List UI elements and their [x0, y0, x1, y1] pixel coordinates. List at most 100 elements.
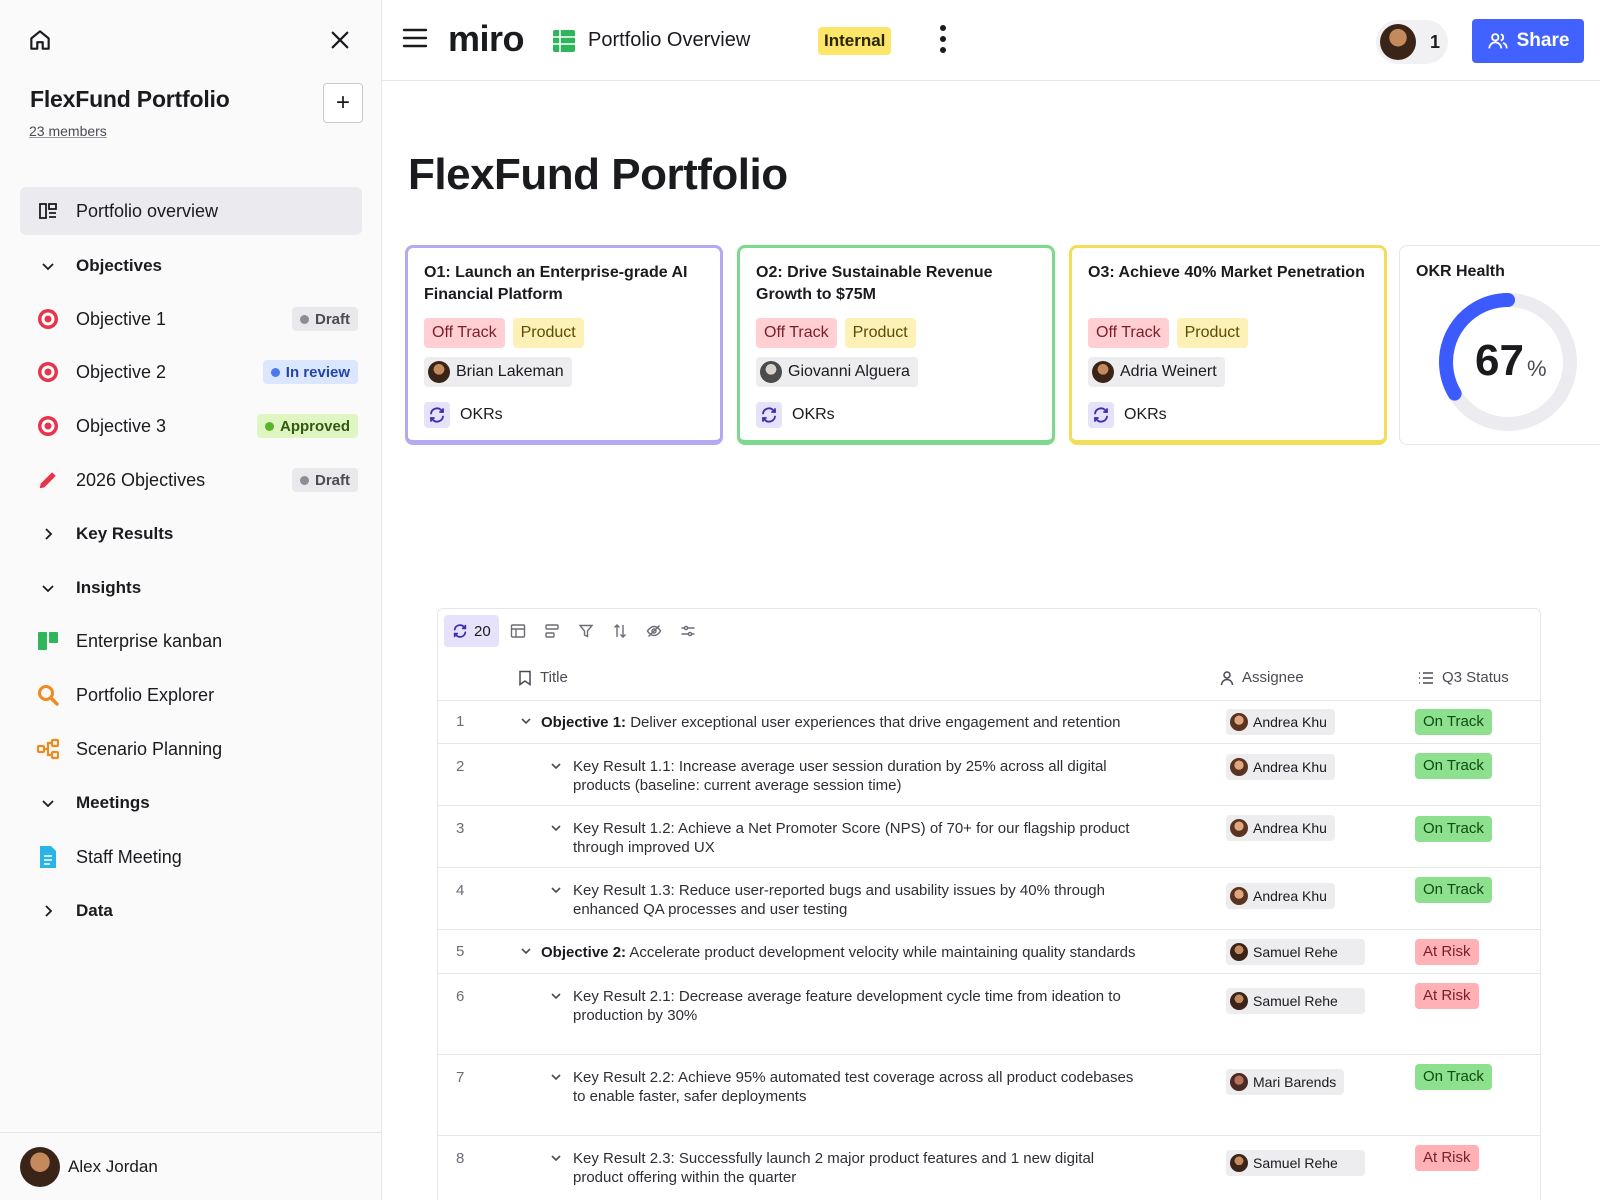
chevron-down-icon[interactable]: [550, 989, 562, 1006]
chevron-down-icon[interactable]: [550, 821, 562, 838]
miro-logo[interactable]: miro: [448, 18, 525, 60]
objective-card[interactable]: O3: Achieve 40% Market Penetration Off T…: [1069, 245, 1387, 445]
table-row[interactable]: 2 Key Result 1.1: Increase average user …: [438, 744, 1540, 806]
assignee-chip[interactable]: Andrea Khu: [1226, 883, 1335, 909]
collaborators[interactable]: 1: [1376, 20, 1448, 64]
row-number: 7: [456, 1069, 465, 1086]
okrs-link[interactable]: OKRs: [1088, 402, 1368, 428]
status-badge: Approved: [256, 414, 358, 438]
table-row[interactable]: 1 Objective 1: Deliver exceptional user …: [438, 701, 1540, 744]
assignee-chip[interactable]: Andrea Khu: [1226, 754, 1335, 780]
table-row[interactable]: 5 Objective 2: Accelerate product develo…: [438, 930, 1540, 974]
board-title[interactable]: Portfolio Overview: [588, 29, 750, 52]
assignee-chip[interactable]: Samuel Rehe: [1226, 988, 1365, 1014]
sidebar-section-key-results[interactable]: Key Results: [20, 510, 362, 558]
sidebar-item-objective-3[interactable]: Objective 3 Approved: [20, 402, 362, 450]
assignee-chip[interactable]: Samuel Rehe: [1226, 939, 1365, 965]
okrs-link[interactable]: OKRs: [756, 402, 1036, 428]
home-icon[interactable]: [24, 24, 56, 56]
row-title: Key Result 1.2: Achieve a Net Promoter S…: [573, 820, 1130, 856]
row-title: Key Result 2.2: Achieve 95% automated te…: [573, 1069, 1134, 1105]
column-title[interactable]: Title: [518, 669, 568, 686]
table-row[interactable]: 8 Key Result 2.3: Successfully launch 2 …: [438, 1136, 1540, 1200]
avatar: [1230, 713, 1248, 731]
status-badge[interactable]: At Risk: [1415, 1145, 1479, 1171]
category-tag: Product: [844, 318, 916, 348]
status-badge[interactable]: At Risk: [1415, 939, 1479, 965]
column-assignee[interactable]: Assignee: [1220, 669, 1304, 686]
sidebar-item-2026-objectives[interactable]: 2026 Objectives Draft: [20, 456, 362, 504]
okr-health-card[interactable]: OKR Health 67 %: [1399, 245, 1600, 445]
row-title: Key Result 2.3: Successfully launch 2 ma…: [573, 1150, 1095, 1186]
filter-icon[interactable]: [571, 616, 601, 646]
chevron-down-icon[interactable]: [550, 883, 562, 900]
sort-icon[interactable]: [605, 616, 635, 646]
owner-chip[interactable]: Giovanni Alguera: [756, 357, 918, 387]
hide-icon[interactable]: [639, 616, 669, 646]
status-badge[interactable]: On Track: [1415, 1064, 1492, 1090]
magnifier-icon: [20, 683, 76, 707]
chevron-down-icon[interactable]: [520, 714, 532, 731]
status-badge[interactable]: On Track: [1415, 877, 1492, 903]
assignee-chip[interactable]: Andrea Khu: [1226, 815, 1335, 841]
sidebar-item-objective-1[interactable]: Objective 1 Draft: [20, 295, 362, 343]
sidebar-section-objectives[interactable]: Objectives: [20, 242, 362, 290]
workspace-title: FlexFund Portfolio: [30, 86, 230, 112]
table-row[interactable]: 7 Key Result 2.2: Achieve 95% automated …: [438, 1055, 1540, 1136]
sidebar-item-label: Staff Meeting: [76, 846, 182, 867]
close-icon[interactable]: [324, 24, 356, 56]
members-link[interactable]: 23 members: [29, 123, 107, 139]
objective-card[interactable]: O1: Launch an Enterprise-grade AI Financ…: [405, 245, 723, 445]
status-tag: Off Track: [756, 318, 837, 348]
sidebar-item-staff-meeting[interactable]: Staff Meeting: [20, 833, 362, 881]
classification-label[interactable]: Internal: [818, 27, 892, 55]
hamburger-menu-icon[interactable]: [402, 25, 428, 56]
table-row[interactable]: 4 Key Result 1.3: Reduce user-reported b…: [438, 868, 1540, 930]
sidebar-item-scenario-planning[interactable]: Scenario Planning: [20, 725, 362, 773]
assignee-chip[interactable]: Andrea Khu: [1226, 709, 1335, 735]
sidebar-item-portfolio-overview[interactable]: Portfolio overview: [20, 187, 362, 235]
status-badge[interactable]: On Track: [1415, 753, 1492, 779]
add-button[interactable]: +: [323, 83, 363, 123]
avatar: [1230, 1154, 1248, 1172]
sidebar-section-meetings[interactable]: Meetings: [20, 779, 362, 827]
more-options-icon[interactable]: [938, 24, 948, 59]
sync-count-button[interactable]: 20: [444, 615, 499, 647]
group-icon[interactable]: [537, 616, 567, 646]
collaborator-count: 1: [1430, 31, 1441, 52]
sidebar-item-label: Insights: [76, 578, 142, 597]
status-badge[interactable]: At Risk: [1415, 983, 1479, 1009]
chevron-right-icon: [20, 526, 76, 542]
chevron-down-icon[interactable]: [550, 1151, 562, 1168]
chevron-down-icon[interactable]: [550, 759, 562, 776]
bookmark-icon: [519, 670, 531, 686]
owner-chip[interactable]: Adria Weinert: [1088, 357, 1225, 387]
status-badge[interactable]: On Track: [1415, 709, 1492, 735]
sidebar-item-portfolio-explorer[interactable]: Portfolio Explorer: [20, 671, 362, 719]
assignee-chip[interactable]: Mari Barends: [1226, 1069, 1345, 1095]
table-row[interactable]: 6 Key Result 2.1: Decrease average featu…: [438, 974, 1540, 1055]
chevron-down-icon[interactable]: [520, 944, 532, 961]
row-title: Objective 1: Deliver exceptional user ex…: [541, 714, 1121, 731]
okr-table: 20 Title Assignee Q3 Status 1 Objective …: [437, 608, 1541, 1200]
user-profile[interactable]: Alex Jordan: [0, 1132, 382, 1200]
okrs-link[interactable]: OKRs: [424, 402, 704, 428]
assignee-chip[interactable]: Samuel Rehe: [1226, 1150, 1365, 1176]
top-bar: miro Portfolio Overview Internal 1 Share: [382, 0, 1600, 81]
table-row[interactable]: 3 Key Result 1.2: Achieve a Net Promoter…: [438, 806, 1540, 868]
sidebar-section-data[interactable]: Data: [20, 887, 362, 935]
target-icon: [20, 307, 76, 331]
category-tag: Product: [1176, 318, 1248, 348]
column-q3-status[interactable]: Q3 Status: [1418, 669, 1509, 686]
sidebar-item-label: Objective 2: [76, 361, 167, 382]
settings-icon[interactable]: [673, 616, 703, 646]
sidebar-section-insights[interactable]: Insights: [20, 564, 362, 612]
owner-chip[interactable]: Brian Lakeman: [424, 357, 572, 387]
objective-card[interactable]: O2: Drive Sustainable Revenue Growth to …: [737, 245, 1055, 445]
sidebar-item-enterprise-kanban[interactable]: Enterprise kanban: [20, 617, 362, 665]
chevron-down-icon[interactable]: [550, 1070, 562, 1087]
sidebar-item-objective-2[interactable]: Objective 2 In review: [20, 348, 362, 396]
layout-icon[interactable]: [503, 616, 533, 646]
status-badge[interactable]: On Track: [1415, 816, 1492, 842]
share-button[interactable]: Share: [1472, 19, 1584, 63]
